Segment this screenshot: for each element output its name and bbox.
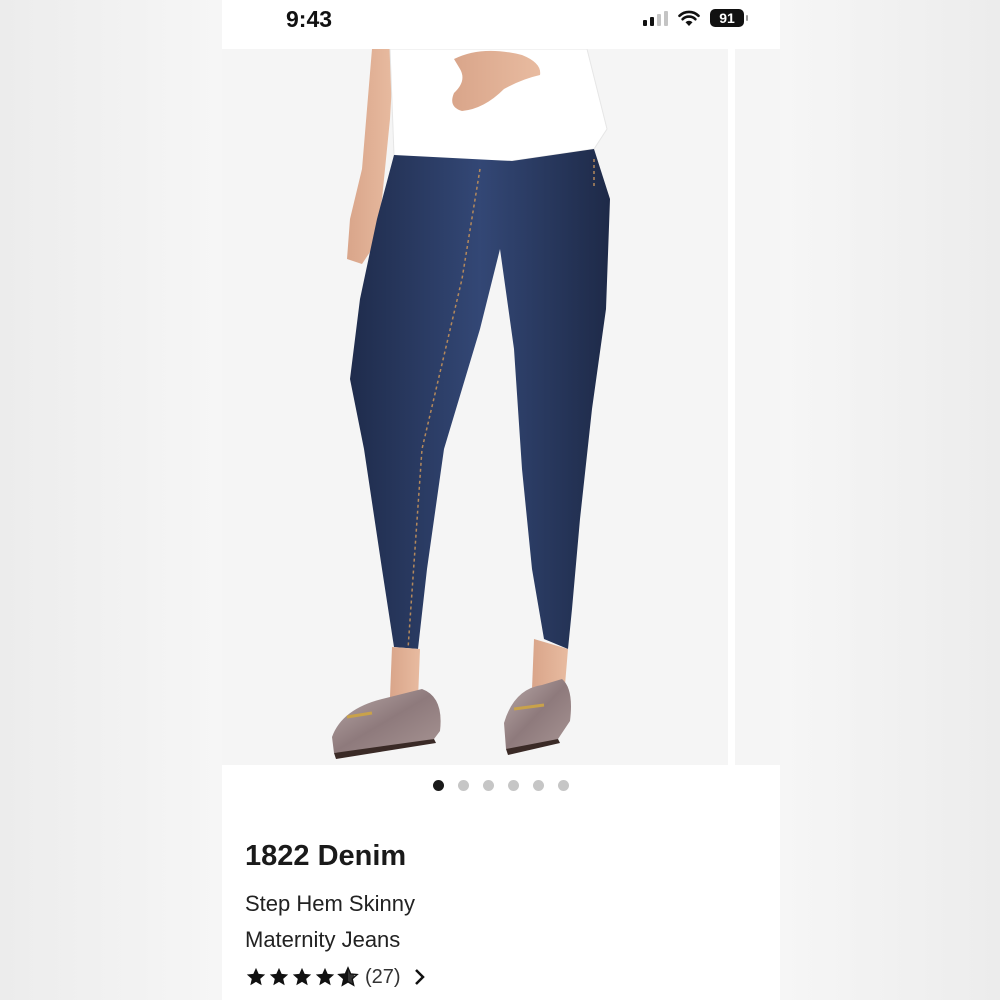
wifi-icon <box>678 10 700 26</box>
star-icon <box>292 967 312 986</box>
status-bar: 9:43 91 <box>222 0 780 48</box>
chevron-right-icon <box>414 969 425 985</box>
product-photo[interactable] <box>222 49 728 765</box>
phone-screen: 9:43 91 1822 Denim Step Hem Skinny Mater… <box>222 0 780 1000</box>
pager-dot[interactable] <box>533 780 544 791</box>
star-rating <box>245 966 359 988</box>
product-title: Step Hem Skinny Maternity Jeans <box>245 886 545 958</box>
pager-dot[interactable] <box>433 780 444 791</box>
left-backdrop <box>0 0 222 1000</box>
next-product-photo-peek[interactable] <box>735 49 780 765</box>
pager-dot[interactable] <box>483 780 494 791</box>
half-star-icon <box>337 966 359 987</box>
pager-dot[interactable] <box>458 780 469 791</box>
review-count: (27) <box>365 965 401 988</box>
rating-reviews-link[interactable]: (27) <box>245 962 427 992</box>
pager-dot[interactable] <box>558 780 569 791</box>
battery-icon: 91 <box>710 9 748 27</box>
product-image-gallery[interactable] <box>222 49 780 765</box>
pager-dot[interactable] <box>508 780 519 791</box>
right-backdrop <box>780 0 1000 1000</box>
star-icon <box>246 967 266 986</box>
gallery-pager[interactable] <box>222 780 780 791</box>
status-icons: 91 <box>643 9 748 27</box>
product-brand[interactable]: 1822 Denim <box>245 840 406 873</box>
status-time: 9:43 <box>286 6 333 32</box>
star-icon <box>269 967 289 986</box>
product-title-line: Maternity Jeans <box>245 927 401 952</box>
cellular-signal-icon <box>643 10 668 26</box>
star-icon <box>315 967 335 986</box>
product-title-line: Step Hem Skinny <box>245 891 415 916</box>
model-wearing-jeans-illustration <box>332 49 610 759</box>
